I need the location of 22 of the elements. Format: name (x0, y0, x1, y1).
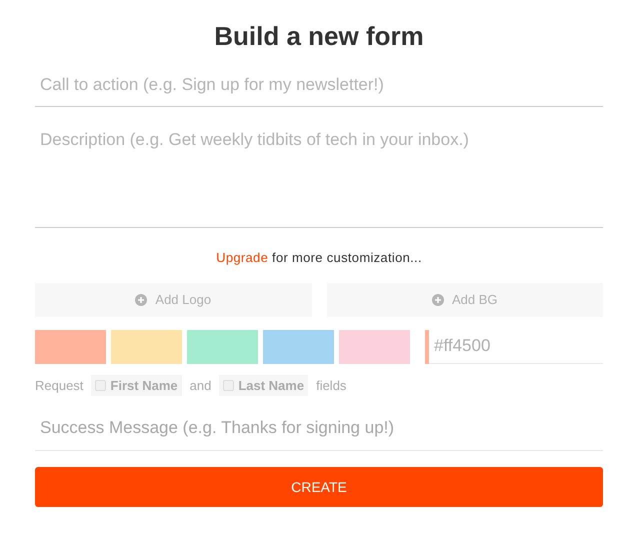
create-button[interactable]: CREATE (35, 467, 603, 507)
request-option[interactable]: Last Name (219, 374, 308, 396)
call-to-action-field[interactable]: Call to action (e.g. Sign up for my newsletter!) (35, 64, 603, 107)
color-swatch[interactable] (263, 330, 334, 364)
description-field[interactable]: Description (e.g. Get weekly tidbits of tech in your inbox.) (35, 119, 603, 228)
fields-label: fields (316, 376, 346, 394)
request-option[interactable]: First Name (91, 374, 182, 396)
add-media-button[interactable]: Add BG (326, 282, 603, 316)
hex-color-field[interactable]: #ff4500 (429, 330, 603, 364)
upgrade-text: Upgrade for more customization... (215, 249, 423, 267)
and-label: and (190, 376, 212, 394)
plus-circle-icon (432, 294, 444, 306)
color-swatch[interactable] (187, 330, 258, 364)
form-title: Build a new form (213, 20, 425, 53)
request-label: Request (35, 376, 84, 395)
plus-circle-icon (135, 294, 148, 306)
upgrade-link[interactable]: Upgrade (216, 250, 268, 265)
add-media-button[interactable]: Add Logo (35, 282, 312, 316)
color-swatch[interactable] (111, 330, 182, 364)
success-message-field[interactable]: Success Message (e.g. Thanks for signing up!) (35, 406, 603, 451)
color-swatch[interactable] (35, 330, 106, 364)
color-swatch[interactable] (339, 330, 410, 364)
